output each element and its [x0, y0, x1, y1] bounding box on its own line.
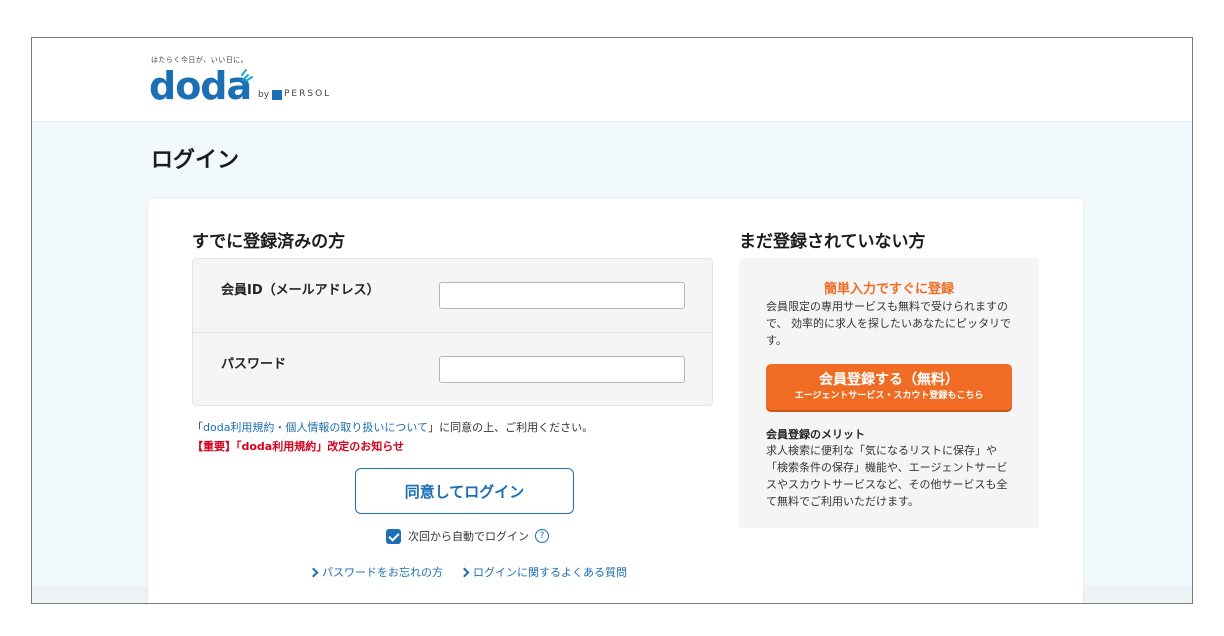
- chevron-right-icon: [308, 567, 319, 577]
- login-faq-link[interactable]: ログインに関するよくある質問: [459, 564, 627, 580]
- member-id-label: 会員ID（メールアドレス）: [221, 283, 380, 298]
- browser-viewport: はたらく今日が、いい日に。 doda by PERSOL ログイン すでに登録済…: [31, 37, 1193, 604]
- auto-login-label[interactable]: 次回から自動でログイン: [408, 528, 529, 544]
- login-form: 会員ID（メールアドレス） パスワード: [192, 258, 713, 406]
- doda-logo[interactable]: doda: [149, 66, 252, 106]
- registration-box: 簡単入力ですぐに登録 会員限定の専用サービスも無料で受けられますので、 効率的に…: [739, 258, 1039, 528]
- logo-by: by: [258, 90, 270, 100]
- page-title: ログイン: [151, 148, 240, 173]
- member-id-row: 会員ID（メールアドレス）: [193, 259, 712, 333]
- register-button-sublabel: エージェントサービス・スカウト登録もこちら: [794, 391, 984, 401]
- register-button-label: 会員登録する（無料）: [819, 372, 959, 388]
- chevron-right-icon: [459, 567, 470, 577]
- terms-rest: 」に同意の上、ご利用ください。: [428, 421, 594, 434]
- terms-open: 「: [192, 421, 203, 434]
- merit-title: 会員登録のメリット: [766, 428, 865, 441]
- persol-mark-icon: [272, 90, 282, 100]
- auto-login-row: 次回から自動でログイン ?: [386, 528, 549, 544]
- logo-spark-icon: [241, 69, 253, 82]
- register-button[interactable]: 会員登録する（無料） エージェントサービス・スカウト登録もこちら: [766, 364, 1012, 410]
- agree-login-button[interactable]: 同意してログイン: [355, 468, 574, 514]
- password-row: パスワード: [193, 332, 712, 407]
- terms-revision-notice-link[interactable]: 【重要】「doda利用規約」改定のお知らせ: [192, 438, 404, 454]
- existing-user-title: すでに登録済みの方: [192, 232, 346, 252]
- password-label: パスワード: [221, 357, 287, 372]
- help-icon[interactable]: ?: [535, 529, 549, 543]
- login-card: すでに登録済みの方 会員ID（メールアドレス） パスワード 「doda利用規約・…: [148, 199, 1083, 603]
- registration-description: 会員限定の専用サービスも無料で受けられますので、 効率的に求人を探したいあなたに…: [766, 300, 1012, 347]
- forgot-password-link[interactable]: パスワードをお忘れの方: [308, 564, 443, 580]
- merit-description: 求人検索に便利な「気になるリストに保存」や「検索条件の保存」機能や、エージェント…: [766, 444, 1008, 508]
- auto-login-checkbox[interactable]: [386, 528, 401, 544]
- terms-text: 「doda利用規約・個人情報の取り扱いについて」に同意の上、ご利用ください。: [192, 419, 593, 435]
- member-id-input[interactable]: [439, 282, 685, 309]
- site-header: はたらく今日が、いい日に。 doda by PERSOL: [32, 38, 1192, 122]
- login-faq-label: ログインに関するよくある質問: [473, 566, 627, 579]
- logo-persol: PERSOL: [284, 89, 332, 99]
- terms-link[interactable]: doda利用規約・個人情報の取り扱いについて: [203, 421, 428, 434]
- new-user-title: まだ登録されていない方: [739, 232, 926, 252]
- password-input[interactable]: [439, 356, 685, 383]
- forgot-password-label: パスワードをお忘れの方: [322, 566, 443, 579]
- registration-headline: 簡単入力ですぐに登録: [823, 282, 954, 297]
